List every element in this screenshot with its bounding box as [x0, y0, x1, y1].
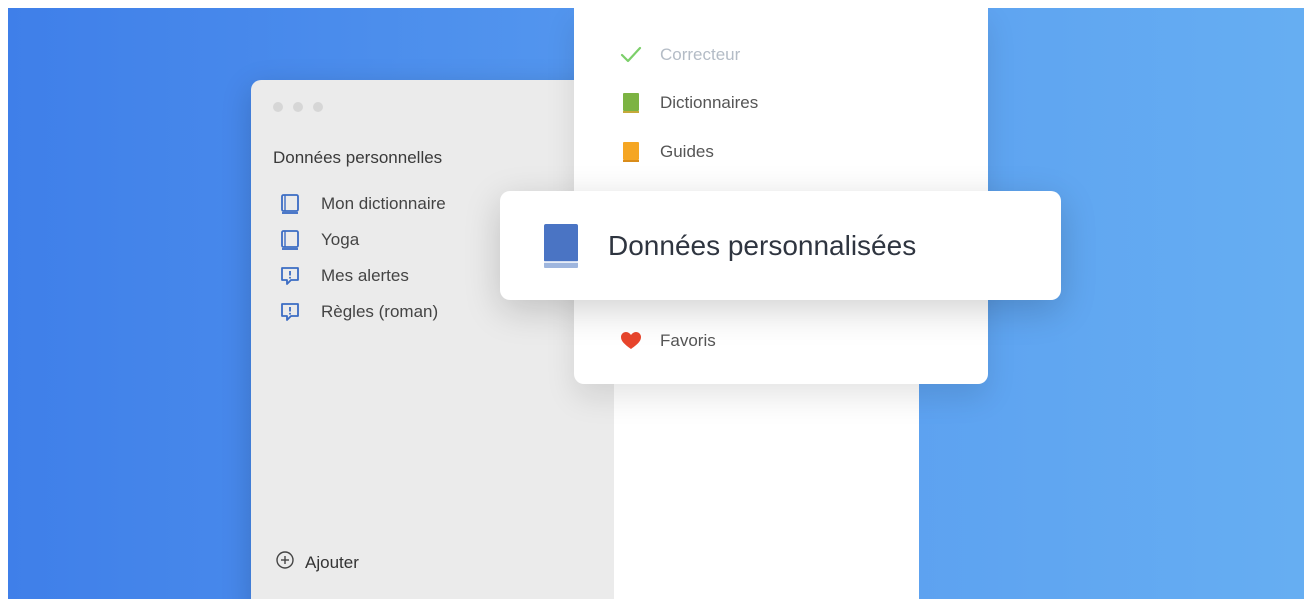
- section-title: Données personnelles: [273, 148, 443, 167]
- list-item-regles-roman[interactable]: Règles (roman): [279, 294, 446, 330]
- zoom-window-button[interactable]: [313, 102, 323, 112]
- checkmark-icon: [618, 42, 644, 68]
- background-stage: Données personnelles Mon dictionnaire Yo…: [8, 8, 1304, 599]
- list-item-yoga[interactable]: Yoga: [279, 222, 446, 258]
- book-outline-icon: [279, 193, 301, 215]
- list-item-label: Règles (roman): [321, 302, 439, 321]
- orange-book-icon: [618, 139, 644, 165]
- green-book-icon: [618, 90, 644, 116]
- menu-item-label: Guides: [660, 142, 714, 161]
- menu-item-label: Correcteur: [660, 45, 741, 64]
- list-item-label: Mon dictionnaire: [321, 194, 446, 213]
- add-label: Ajouter: [305, 552, 359, 572]
- menu-item-dictionnaires[interactable]: Dictionnaires: [618, 90, 758, 116]
- window-controls: [273, 102, 323, 112]
- list-item-mon-dictionnaire[interactable]: Mon dictionnaire: [279, 186, 446, 222]
- blue-book-icon: [540, 222, 582, 270]
- list-item-label: Mes alertes: [321, 266, 409, 285]
- menu-item-correcteur[interactable]: Correcteur: [618, 42, 740, 68]
- book-outline-icon: [279, 229, 301, 251]
- add-button[interactable]: Ajouter: [275, 550, 359, 575]
- menu-item-guides[interactable]: Guides: [618, 139, 714, 165]
- plus-circle-icon: [275, 550, 295, 575]
- heart-icon: [618, 328, 644, 354]
- personal-data-list: Mon dictionnaire Yoga Mes alertes Règles…: [279, 186, 446, 330]
- list-item-mes-alertes[interactable]: Mes alertes: [279, 258, 446, 294]
- highlighted-menu-item[interactable]: Données personnalisées: [500, 191, 1061, 300]
- list-item-label: Yoga: [321, 230, 360, 249]
- menu-item-label: Favoris: [660, 331, 716, 350]
- alert-bubble-icon: [279, 265, 301, 287]
- highlight-label: Données personnalisées: [608, 229, 917, 261]
- minimize-window-button[interactable]: [293, 102, 303, 112]
- alert-bubble-icon: [279, 301, 301, 323]
- menu-item-favoris[interactable]: Favoris: [618, 328, 716, 354]
- menu-item-label: Dictionnaires: [660, 93, 759, 112]
- close-window-button[interactable]: [273, 102, 283, 112]
